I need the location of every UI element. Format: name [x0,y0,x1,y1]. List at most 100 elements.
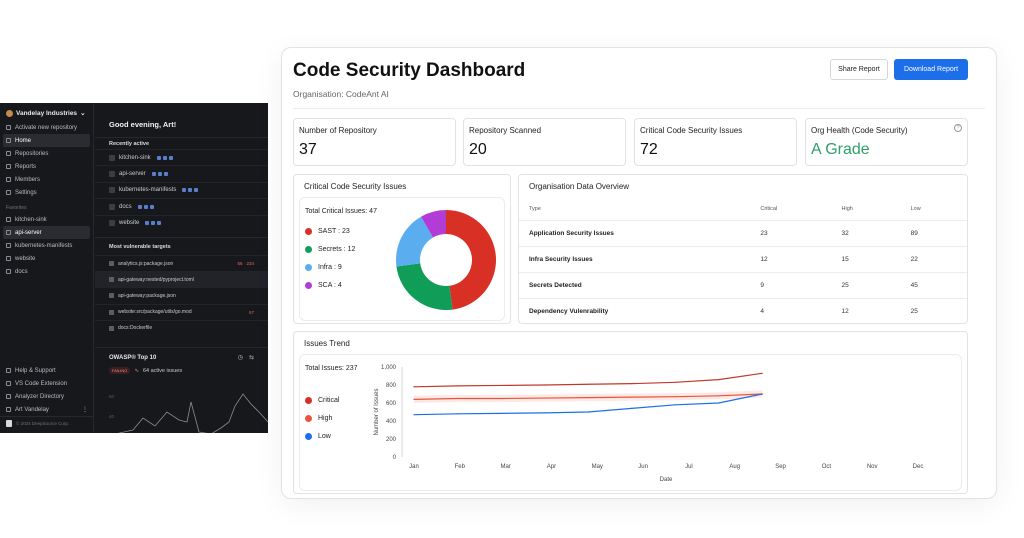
stat-health: Org Health (Code Security) A Grade? [805,118,968,166]
col-high: High [841,205,853,212]
series-point-critical [761,372,763,374]
stat-scanned: Repository Scanned 20 [463,118,626,166]
table-row: Infra Security Issues 12 15 22 [519,245,967,272]
more-icon[interactable]: ⋮ [82,406,88,413]
panel-title: Critical Code Security Issues [304,182,407,191]
recent-repo[interactable]: docs [95,198,268,214]
series-point-critical [456,385,459,387]
footer-icon [6,381,11,386]
footer-item[interactable]: VS Code Extension [0,377,94,390]
legend-item: SAST : 23 [305,222,355,240]
x-tick-label: Feb [455,464,466,470]
sidebar-item[interactable]: Members [0,173,93,186]
donut-slice-sast[interactable] [446,210,496,310]
sidebar-item[interactable]: Settings [0,186,93,199]
series-point-low [456,413,459,415]
vulnerable-target[interactable]: docs:Dockerfile [95,319,268,336]
y-tick-label: 600 [386,401,397,407]
owasp-status: FAILING ∿ 64 active issues [95,367,268,374]
owasp-y-60: 60 [109,394,115,399]
table-row: Application Security Issues 23 32 89 [519,219,967,246]
vulnerable-target[interactable]: api-gateway:nested/pyproject.toml [95,271,268,288]
y-tick-label: 800 [386,383,397,389]
legend-dot [305,432,312,440]
legend-dot [305,245,312,253]
col-type: Type [529,205,541,212]
repo-icon [109,154,115,161]
recent-label: Recently active [95,137,268,149]
legend-dot [305,263,312,271]
dark-sidebar: Vandelay Industries ⌄ Activate new reposi… [0,103,94,433]
y-tick-label: 1,000 [381,365,397,371]
sidebar-item[interactable]: Home [3,134,90,147]
series-point-low [674,404,676,406]
share-report-button[interactable]: Share Report [830,59,888,80]
series-point-low [587,411,589,413]
series-point-high [718,395,720,397]
recent-repo[interactable]: website [95,214,268,231]
y-axis-label: Number of Issues [374,388,380,435]
vulnerable-target[interactable]: api-gateway:package.json [95,287,268,303]
donut-chart [396,210,496,310]
legend-item: Critical [305,391,339,409]
x-tick-label: Oct [822,464,832,470]
clock-icon[interactable]: ◷ [238,354,243,361]
sidebar-item[interactable]: Reports [0,160,93,173]
repo-icon [109,171,115,178]
repo-icon [6,230,11,235]
y-tick-label: 0 [393,455,397,461]
sidebar-footer: Help & Support VS Code Extension Analyzer … [0,364,94,433]
repo-icon [6,217,11,222]
stat-critical: Critical Code Security Issues 72 [634,118,797,166]
help-icon[interactable]: ? [954,124,962,132]
sidebar-item[interactable]: Repositories [0,147,93,160]
x-tick-label: Sep [775,464,786,470]
footer-icon [6,394,11,399]
footer-item[interactable]: Analyzer Directory [0,390,94,403]
page-title: Code Security Dashboard [293,60,526,81]
donut-slice-secrets[interactable] [396,263,453,310]
file-icon [109,309,114,315]
legend-dot [305,414,312,422]
y-tick-label: 200 [386,437,397,443]
swap-icon[interactable]: ⇆ [249,354,254,361]
favorites-label: Favorites [6,205,27,211]
high-confidence-band [414,390,763,403]
repo-icon [6,256,11,261]
recent-repo[interactable]: kitchen-sink [95,149,268,165]
repo-icon [6,269,11,274]
series-point-low [718,402,720,404]
table-row: Dependency Vulenrability 4 12 25 [519,297,967,324]
series-point-high [500,397,502,400]
language-icons [151,172,168,177]
dashboard-card: Code Security Dashboard Organisation: Co… [281,47,997,499]
favorite-item[interactable]: kubernetes-manifests [0,239,93,252]
sidebar-item[interactable]: Activate new repository [0,121,93,134]
vulnerable-target[interactable]: analytics.js:package.json 56 234 [95,254,268,271]
favorite-item[interactable]: api-server [3,226,90,239]
series-point-high [413,398,415,400]
org-avatar [6,109,13,117]
x-tick-label: Dec [913,464,924,470]
legend-item: SCA : 4 [305,276,355,294]
series-point-high [456,397,459,400]
favorite-item[interactable]: website [0,252,93,265]
vulnerable-target[interactable]: website:src/package/utils/go.mod 67 [95,303,268,320]
download-report-button[interactable]: Download Report [894,59,968,80]
pulse-icon: ∿ [134,367,139,374]
nav-icon [6,164,11,169]
legend-item: High [305,409,339,427]
x-tick-label: Mar [500,464,510,470]
owasp-sparkline [117,393,268,433]
footer-item[interactable]: Help & Support [0,364,94,377]
nav-icon [6,190,11,195]
language-icons [137,204,154,209]
recent-repo[interactable]: api-server [95,165,268,181]
favorite-item[interactable]: kitchen-sink [0,213,93,226]
favorite-item[interactable]: docs [0,265,93,278]
recent-repo[interactable]: kubernetes-manifests [95,181,268,198]
org-switcher[interactable]: Vandelay Industries ⌄ [0,103,93,121]
organisation-label: Organisation: CodeAnt AI [293,89,389,99]
footer-item[interactable]: Art Vandelay ⋮ [0,403,94,416]
series-point-critical [674,381,676,383]
